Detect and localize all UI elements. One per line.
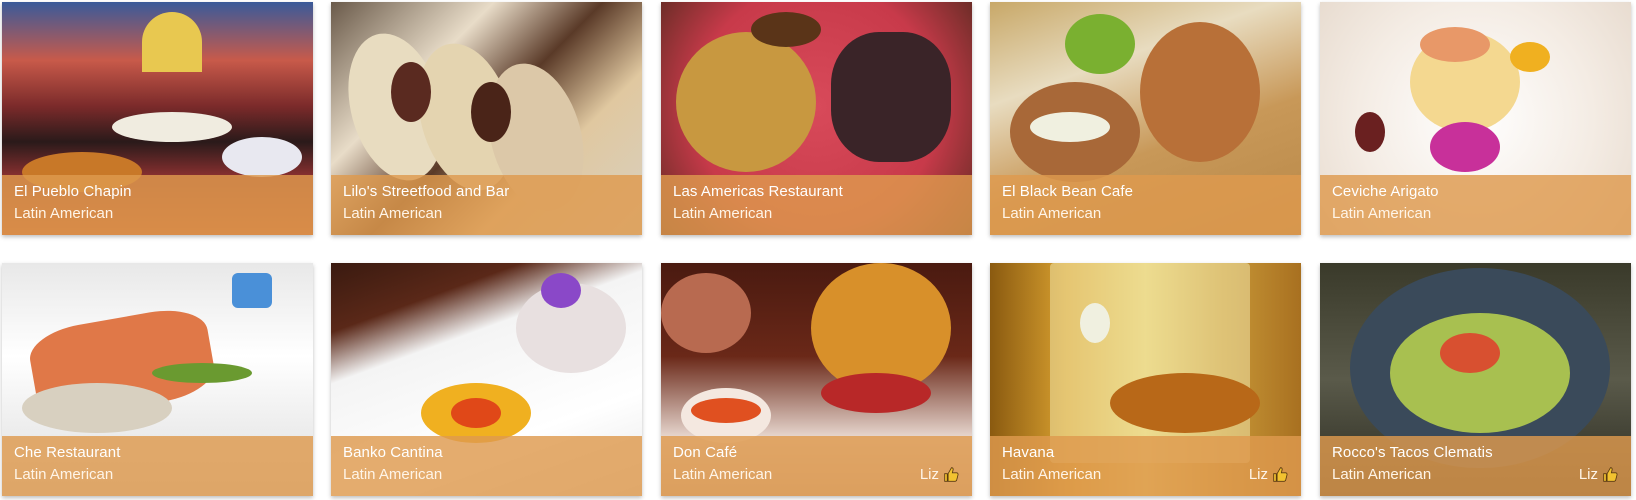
liz-label: Liz [1578, 466, 1598, 483]
restaurant-cuisine: Latin American [1002, 466, 1102, 483]
restaurant-cuisine: Latin American [673, 205, 773, 222]
restaurant-card-el-black-bean[interactable]: El Black Bean Cafe Latin American [990, 2, 1301, 235]
restaurant-card-lilos-streetfood[interactable]: Lilo's Streetfood and Bar Latin American [331, 2, 642, 235]
card-caption: Lilo's Streetfood and Bar Latin American [331, 175, 642, 235]
liz-badge[interactable]: Liz [920, 466, 960, 483]
card-caption: El Pueblo Chapin Latin American [2, 175, 313, 235]
card-caption: Havana Latin American Liz [990, 436, 1301, 496]
restaurant-cuisine: Latin American [343, 205, 443, 222]
restaurant-name: Las Americas Restaurant [673, 183, 843, 200]
liz-badge[interactable]: Liz [1579, 466, 1619, 483]
restaurant-cuisine: Latin American [1332, 466, 1432, 483]
restaurant-card-ceviche-arigato[interactable]: Ceviche Arigato Latin American [1320, 2, 1631, 235]
card-caption: El Black Bean Cafe Latin American [990, 175, 1301, 235]
restaurant-cuisine: Latin American [1002, 205, 1102, 222]
restaurant-cuisine: Latin American [14, 205, 114, 222]
liz-label: Liz [919, 466, 939, 483]
card-caption: Ceviche Arigato Latin American [1320, 175, 1631, 235]
restaurant-card-el-pueblo-chapin[interactable]: El Pueblo Chapin Latin American [2, 2, 313, 235]
restaurant-name: Lilo's Streetfood and Bar [343, 183, 510, 200]
restaurant-name: Ceviche Arigato [1332, 183, 1439, 200]
restaurant-card-don-cafe[interactable]: Don Café Latin American Liz [661, 263, 972, 496]
card-caption: Che Restaurant Latin American [2, 436, 313, 496]
restaurant-name: Che Restaurant [14, 444, 121, 461]
thumbs-up-icon [1603, 467, 1618, 482]
restaurant-cuisine: Latin American [14, 466, 114, 483]
restaurant-card-che-restaurant[interactable]: Che Restaurant Latin American [2, 263, 313, 496]
restaurant-name: Banko Cantina [343, 444, 443, 461]
restaurant-name: El Pueblo Chapin [14, 183, 132, 200]
restaurant-cuisine: Latin American [1332, 205, 1432, 222]
restaurant-name: Rocco's Tacos Clematis [1332, 444, 1493, 461]
restaurant-cuisine: Latin American [673, 466, 773, 483]
restaurant-card-roccos-tacos[interactable]: Rocco's Tacos Clematis Latin American Li… [1320, 263, 1631, 496]
card-caption: Las Americas Restaurant Latin American [661, 175, 972, 235]
restaurant-name: Don Café [673, 444, 738, 461]
thumbs-up-icon [944, 467, 959, 482]
card-caption: Rocco's Tacos Clematis Latin American Li… [1320, 436, 1631, 496]
restaurant-card-las-americas[interactable]: Las Americas Restaurant Latin American [661, 2, 972, 235]
liz-badge[interactable]: Liz [1249, 466, 1289, 483]
restaurant-name: Havana [1002, 444, 1055, 461]
restaurant-name: El Black Bean Cafe [1002, 183, 1134, 200]
restaurant-card-havana[interactable]: Havana Latin American Liz [990, 263, 1301, 496]
liz-label: Liz [1248, 466, 1268, 483]
restaurant-cuisine: Latin American [343, 466, 443, 483]
card-caption: Banko Cantina Latin American [331, 436, 642, 496]
restaurant-card-banko-cantina[interactable]: Banko Cantina Latin American [331, 263, 642, 496]
restaurant-grid: El Pueblo Chapin Latin American Lilo's S… [0, 0, 1636, 500]
card-caption: Don Café Latin American Liz [661, 436, 972, 496]
thumbs-up-icon [1273, 467, 1288, 482]
